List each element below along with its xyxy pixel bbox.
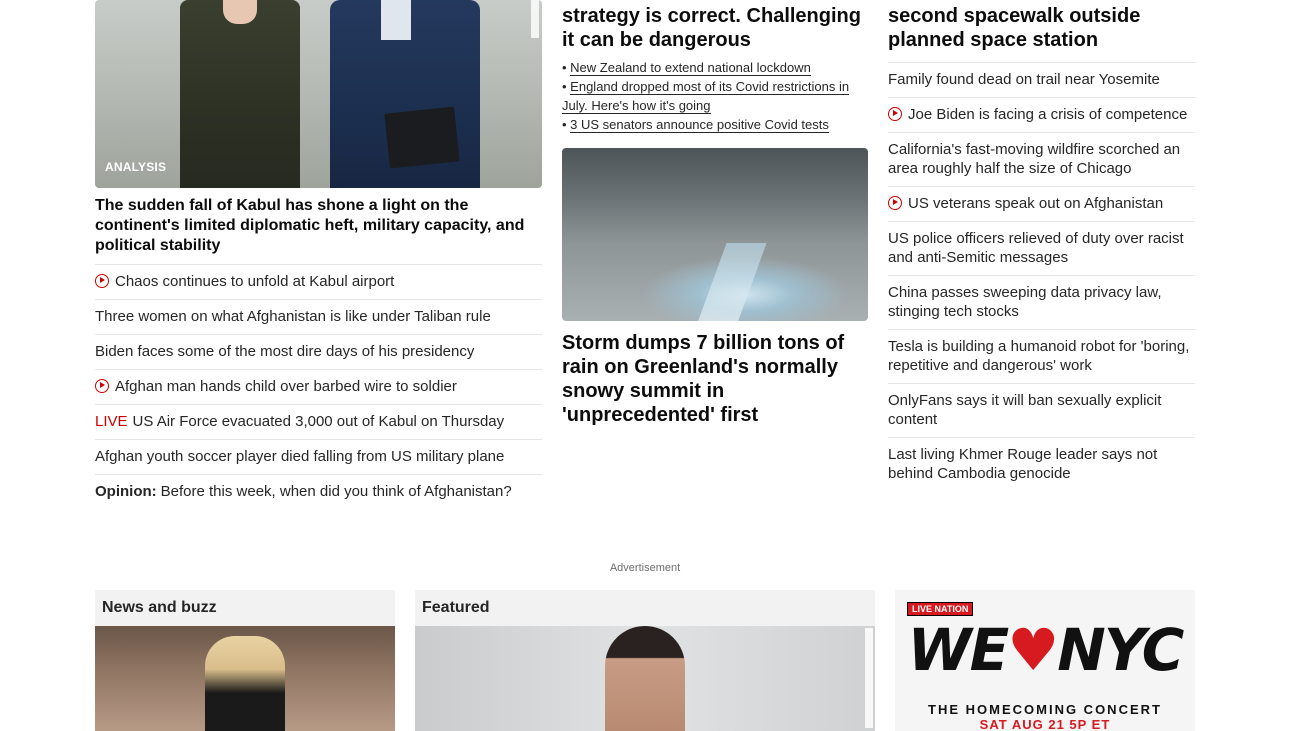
list-item[interactable]: Biden faces some of the most dire days o… bbox=[95, 335, 542, 370]
list-item[interactable]: China passes sweeping data privacy law, … bbox=[888, 276, 1195, 330]
sub-link[interactable]: • England dropped most of its Covid rest… bbox=[562, 77, 868, 115]
live-nation-ad[interactable]: LIVE NATION WE♥NYC THE HOMECOMING CONCER… bbox=[895, 590, 1195, 731]
opinion-item[interactable]: Opinion: Before this week, when did you … bbox=[95, 475, 542, 509]
play-icon bbox=[95, 379, 109, 393]
live-label: LIVE bbox=[95, 413, 128, 430]
hero-image[interactable]: ANALYSIS bbox=[95, 0, 542, 188]
spacewalk-headline[interactable]: Chinese astronauts conduct second spacew… bbox=[888, 0, 1195, 63]
photo-credit bbox=[531, 0, 539, 38]
list-item[interactable]: Family found dead on trail near Yosemite bbox=[888, 63, 1195, 98]
photo-credit bbox=[865, 628, 873, 728]
top-stories-section: Chinese astronauts conduct second spacew… bbox=[888, 0, 1195, 491]
covid-sub-links: • New Zealand to extend national lockdow… bbox=[562, 58, 868, 134]
we-love-nyc-logo: WE♥NYC bbox=[907, 616, 1185, 684]
sub-link[interactable]: • New Zealand to extend national lockdow… bbox=[562, 58, 868, 77]
list-item[interactable]: Three women on what Afghanistan is like … bbox=[95, 300, 542, 335]
hero-headline[interactable]: The sudden fall of Kabul has shone a lig… bbox=[95, 196, 542, 265]
soldier-figure bbox=[180, 0, 300, 188]
list-item[interactable]: US police officers relieved of duty over… bbox=[888, 222, 1195, 276]
covid-headline[interactable]: China insists its Zero-Covid strategy is… bbox=[562, 0, 868, 52]
play-icon bbox=[888, 196, 902, 210]
news-and-buzz-card[interactable]: News and buzz bbox=[95, 590, 395, 731]
greenland-headline[interactable]: Storm dumps 7 billion tons of rain on Gr… bbox=[562, 331, 868, 427]
analysis-badge: ANALYSIS bbox=[105, 160, 167, 174]
list-item[interactable]: LIVE US Air Force evacuated 3,000 out of… bbox=[95, 405, 542, 440]
live-nation-logo: LIVE NATION bbox=[907, 602, 974, 616]
list-item[interactable]: Afghan man hands child over barbed wire … bbox=[95, 370, 542, 405]
list-item[interactable]: Chaos continues to unfold at Kabul airpo… bbox=[95, 265, 542, 300]
covid-section: China insists its Zero-Covid strategy is… bbox=[562, 0, 868, 427]
list-item[interactable]: Joe Biden is facing a crisis of competen… bbox=[888, 98, 1195, 133]
sub-link[interactable]: • 3 US senators announce positive Covid … bbox=[562, 115, 868, 134]
card-title: News and buzz bbox=[95, 590, 395, 626]
heart-icon: ♥ bbox=[1007, 616, 1059, 684]
list-item[interactable]: California's fast-moving wildfire scorch… bbox=[888, 133, 1195, 187]
ad-headline: THE HOMECOMING CONCERT bbox=[928, 702, 1162, 717]
afghanistan-section: ANALYSIS The sudden fall of Kabul has sh… bbox=[95, 0, 542, 509]
opinion-label: Opinion: bbox=[95, 483, 157, 500]
greenland-image[interactable] bbox=[562, 148, 868, 321]
ad-date: SAT AUG 21 5P ET bbox=[979, 717, 1111, 731]
advertisement-label: Advertisement bbox=[609, 562, 681, 574]
news-buzz-image[interactable] bbox=[95, 626, 395, 731]
list-item[interactable]: OnlyFans says it will ban sexually expli… bbox=[888, 384, 1195, 438]
card-title: Featured bbox=[415, 590, 875, 626]
list-item[interactable]: Tesla is building a humanoid robot for '… bbox=[888, 330, 1195, 384]
list-item[interactable]: Afghan youth soccer player died falling … bbox=[95, 440, 542, 475]
list-item[interactable]: US veterans speak out on Afghanistan bbox=[888, 187, 1195, 222]
play-icon bbox=[888, 107, 902, 121]
featured-image[interactable] bbox=[415, 626, 875, 731]
list-item[interactable]: Last living Khmer Rouge leader says not … bbox=[888, 438, 1195, 491]
featured-card[interactable]: Featured bbox=[415, 590, 875, 731]
play-icon bbox=[95, 274, 109, 288]
